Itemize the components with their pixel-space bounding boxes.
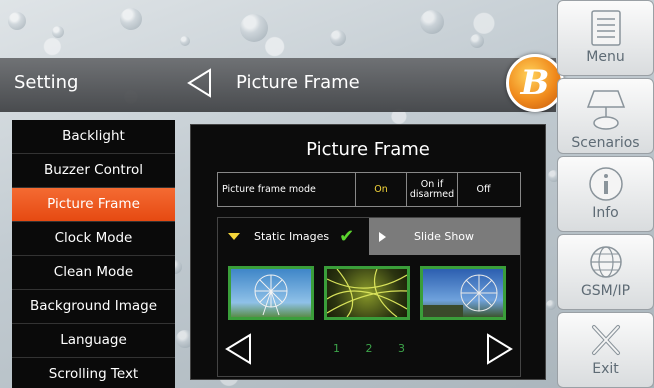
thumbnail-ferris-wheel[interactable] (228, 266, 314, 320)
globe-icon (589, 246, 622, 278)
menu-button[interactable]: Menu (557, 0, 654, 76)
back-arrow-icon[interactable] (186, 68, 212, 98)
gsm-ip-button-label: GSM/IP (580, 283, 631, 299)
menu-item-buzzer-control[interactable]: Buzzer Control (12, 154, 175, 188)
thumbnail-ferris-wheel-night[interactable] (420, 266, 506, 320)
tab-static-images[interactable]: Static Images ✔ (218, 218, 369, 255)
menu-item-clock-mode[interactable]: Clock Mode (12, 222, 175, 256)
setting-title: Setting (14, 72, 79, 93)
settings-menu: Backlight Buzzer Control Picture Frame C… (12, 120, 175, 388)
scenarios-button-label: Scenarios (571, 135, 640, 151)
menu-list-icon (590, 10, 621, 46)
exit-button[interactable]: Exit (557, 312, 654, 388)
image-pager: 1 2 3 (218, 332, 520, 368)
gsm-ip-button[interactable]: GSM/IP (557, 234, 654, 310)
menu-item-backlight[interactable]: Backlight (12, 120, 175, 154)
image-thumbnails (228, 266, 516, 321)
exit-x-icon (591, 325, 620, 355)
picture-frame-mode-row: Picture frame mode On On if disarmed Off (217, 172, 521, 207)
info-button[interactable]: Info (557, 156, 654, 232)
page-number-1[interactable]: 1 (333, 342, 340, 355)
info-icon (588, 167, 623, 201)
exit-button-label: Exit (592, 361, 619, 377)
menu-item-background-image[interactable]: Background Image (12, 290, 175, 324)
expand-down-icon (228, 233, 240, 240)
thumbnail-abstract-lines[interactable] (324, 266, 410, 320)
menu-item-picture-frame[interactable]: Picture Frame (12, 188, 175, 222)
mode-option-off[interactable]: Off (458, 173, 509, 206)
page-number-2[interactable]: 2 (366, 342, 373, 355)
page-numbers: 1 2 3 (218, 342, 520, 355)
picture-frame-panel: Picture Frame Picture frame mode On On i… (190, 124, 546, 380)
menu-item-scrolling-text[interactable]: Scrolling Text (12, 358, 175, 388)
mode-option-on-if-disarmed[interactable]: On if disarmed (407, 173, 458, 206)
brand-logo-icon: B (506, 54, 564, 112)
page-number-3[interactable]: 3 (398, 342, 405, 355)
tab-slide-show-label: Slide Show (414, 230, 475, 243)
mode-label: Picture frame mode (218, 173, 356, 206)
image-mode-tabs: Static Images ✔ Slide Show (218, 218, 520, 255)
tab-static-images-label: Static Images (254, 230, 330, 243)
play-right-icon (379, 231, 386, 242)
checkmark-icon: ✔ (339, 226, 355, 247)
right-sidebar: Menu Scenarios Info GSM/IP Exit (557, 0, 654, 388)
menu-item-clean-mode[interactable]: Clean Mode (12, 256, 175, 290)
tab-slide-show[interactable]: Slide Show (369, 218, 520, 255)
menu-item-language[interactable]: Language (12, 324, 175, 358)
panel-title: Picture Frame (306, 139, 430, 160)
info-button-label: Info (592, 205, 619, 221)
image-mode-box: Static Images ✔ Slide Show 1 2 3 (217, 217, 521, 377)
screen-title: Picture Frame (236, 72, 360, 93)
scenarios-icon (586, 90, 625, 130)
menu-button-label: Menu (586, 49, 625, 65)
next-arrow-icon[interactable] (486, 332, 514, 366)
scenarios-button[interactable]: Scenarios (557, 78, 654, 154)
mode-option-on[interactable]: On (356, 173, 407, 206)
